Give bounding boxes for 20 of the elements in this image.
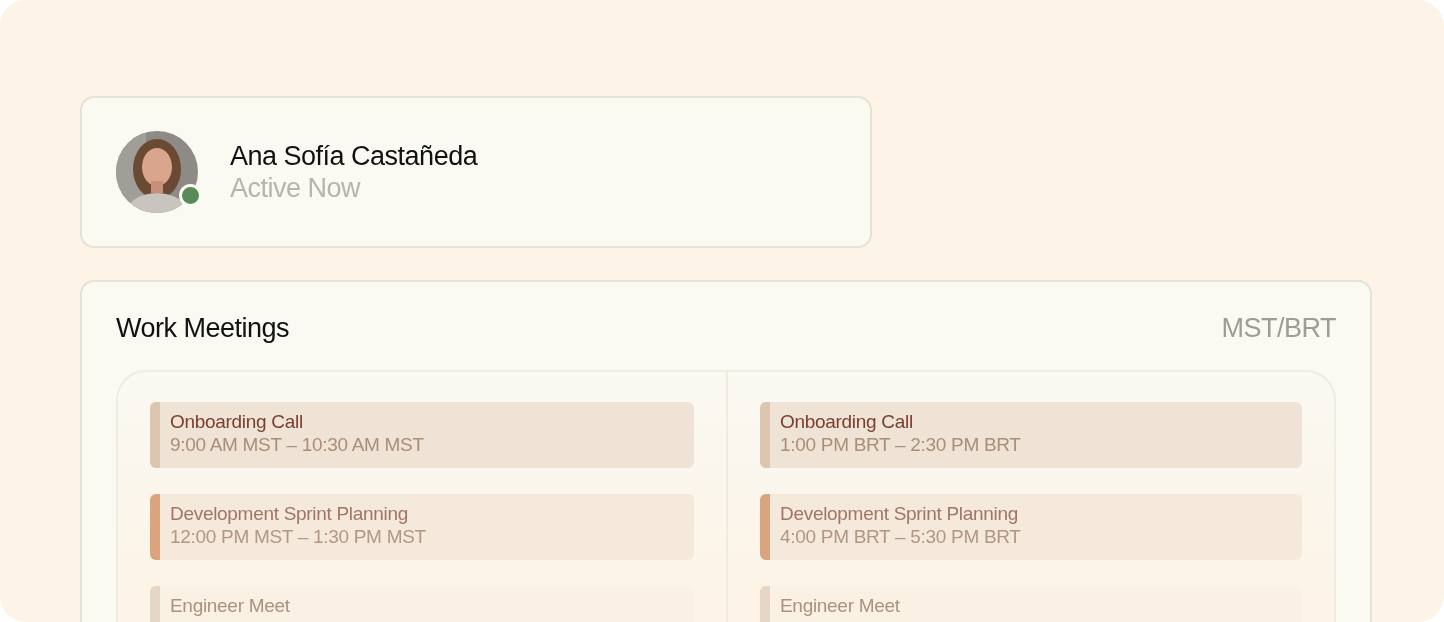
- meeting-event[interactable]: Development Sprint Planning 4:00 PM BRT – 5:30 PM BRT: [760, 494, 1302, 560]
- user-status: Active Now: [230, 172, 362, 204]
- event-title: Engineer Meet: [170, 594, 290, 618]
- event-time: 9:00 AM MST – 10:30 AM MST: [170, 434, 424, 456]
- event-title: Engineer Meet: [780, 594, 900, 618]
- event-time: 4:00 PM BRT – 5:30 PM BRT: [780, 526, 1021, 548]
- event-title: Development Sprint Planning: [170, 502, 409, 526]
- meeting-event[interactable]: Development Sprint Planning 12:00 PM MST – 1:30 PM MST: [150, 494, 694, 560]
- event-time: 12:00 PM MST – 1:30 PM MST: [170, 526, 426, 548]
- event-title: Onboarding Call: [780, 410, 914, 434]
- meeting-event[interactable]: Onboarding Call 1:00 PM BRT – 2:30 PM BRT: [760, 402, 1302, 468]
- panel-title: Work Meetings: [116, 312, 290, 344]
- timezone-label: MST/BRT: [1221, 312, 1336, 344]
- event-time: 1:00 PM BRT – 2:30 PM BRT: [780, 434, 1021, 456]
- meeting-event[interactable]: Engineer Meet: [760, 586, 1302, 622]
- user-name: Ana Sofía Castañeda: [230, 140, 478, 172]
- event-title: Development Sprint Planning: [780, 502, 1019, 526]
- meeting-event[interactable]: Engineer Meet: [150, 586, 694, 622]
- event-title: Onboarding Call: [170, 410, 304, 434]
- meeting-event[interactable]: Onboarding Call 9:00 AM MST – 10:30 AM MST: [150, 402, 694, 468]
